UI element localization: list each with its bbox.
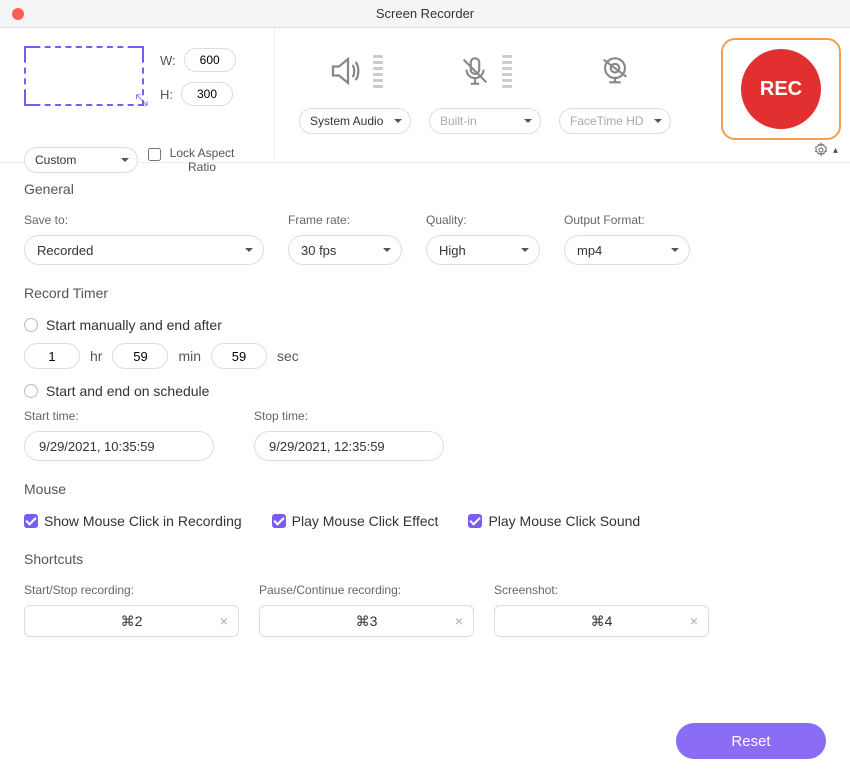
save-to-dropdown[interactable]: Recorded [24, 235, 264, 265]
height-label: H: [160, 87, 173, 102]
screenshot-shortcut-input[interactable]: ⌘4 × [494, 605, 709, 637]
timer-section-title: Record Timer [24, 285, 826, 301]
stop-time-label: Stop time: [254, 409, 444, 423]
pause-shortcut-input[interactable]: ⌘3 × [259, 605, 474, 637]
audio-source-dropdown[interactable]: System Audio [299, 108, 411, 134]
schedule-radio[interactable]: Start and end on schedule [24, 383, 826, 399]
gear-icon [813, 142, 829, 158]
stop-time-input[interactable]: 9/29/2021, 12:35:59 [254, 431, 444, 461]
settings-toggle[interactable]: ▴ [813, 142, 838, 158]
check-icon [272, 514, 286, 528]
general-section-title: General [24, 181, 826, 197]
reset-button[interactable]: Reset [676, 723, 826, 759]
frame-rate-label: Frame rate: [288, 213, 402, 227]
play-click-sound-checkbox[interactable]: Play Mouse Click Sound [468, 513, 640, 529]
titlebar: Screen Recorder [0, 0, 850, 28]
record-panel: REC ▴ [712, 28, 850, 162]
start-stop-shortcut-input[interactable]: ⌘2 × [24, 605, 239, 637]
quality-dropdown[interactable]: High [426, 235, 540, 265]
width-label: W: [160, 53, 176, 68]
play-click-effect-checkbox[interactable]: Play Mouse Click Effect [272, 513, 439, 529]
microphone-disabled-icon [458, 48, 512, 94]
clear-shortcut-icon[interactable]: × [455, 613, 463, 629]
camera-disabled-icon [598, 48, 632, 94]
radio-icon [24, 384, 38, 398]
output-format-dropdown[interactable]: mp4 [564, 235, 690, 265]
chevron-up-icon: ▴ [833, 145, 838, 156]
height-input[interactable] [181, 82, 233, 106]
close-window-button[interactable] [12, 8, 24, 20]
start-stop-shortcut-label: Start/Stop recording: [24, 583, 239, 597]
speaker-icon [327, 48, 383, 94]
rec-frame: REC [721, 38, 841, 140]
seconds-input[interactable] [211, 343, 267, 369]
region-preview[interactable]: ⤡ [24, 46, 144, 106]
window-title: Screen Recorder [0, 6, 850, 21]
start-time-label: Start time: [24, 409, 214, 423]
manual-end-radio[interactable]: Start manually and end after [24, 317, 826, 333]
sources-panel: System Audio Built-in FaceTime HD [275, 28, 712, 162]
quality-label: Quality: [426, 213, 540, 227]
output-format-label: Output Format: [564, 213, 690, 227]
record-button[interactable]: REC [741, 49, 821, 129]
check-icon [24, 514, 38, 528]
show-mouse-click-checkbox[interactable]: Show Mouse Click in Recording [24, 513, 242, 529]
radio-icon [24, 318, 38, 332]
screenshot-shortcut-label: Screenshot: [494, 583, 709, 597]
hours-input[interactable] [24, 343, 80, 369]
clear-shortcut-icon[interactable]: × [220, 613, 228, 629]
toolbar: ⤡ W: H: Custom Lock Aspect Ratio [0, 28, 850, 163]
width-input[interactable] [184, 48, 236, 72]
clear-shortcut-icon[interactable]: × [690, 613, 698, 629]
settings-panel: General Save to: Recorded Frame rate: 30… [0, 163, 850, 775]
lock-aspect-input[interactable] [148, 148, 161, 161]
region-panel: ⤡ W: H: Custom Lock Aspect Ratio [0, 28, 275, 162]
mouse-section-title: Mouse [24, 481, 826, 497]
shortcuts-section-title: Shortcuts [24, 551, 826, 567]
pause-shortcut-label: Pause/Continue recording: [259, 583, 474, 597]
check-icon [468, 514, 482, 528]
frame-rate-dropdown[interactable]: 30 fps [288, 235, 402, 265]
minutes-input[interactable] [112, 343, 168, 369]
camera-source-dropdown[interactable]: FaceTime HD [559, 108, 671, 134]
mic-source-dropdown[interactable]: Built-in [429, 108, 541, 134]
save-to-label: Save to: [24, 213, 264, 227]
start-time-input[interactable]: 9/29/2021, 10:35:59 [24, 431, 214, 461]
